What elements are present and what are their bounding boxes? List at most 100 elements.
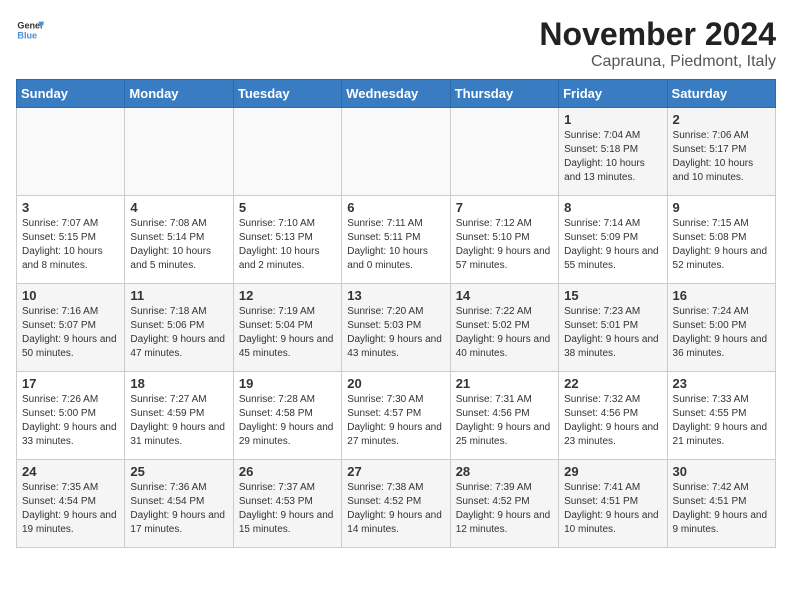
day-number: 15 <box>564 288 661 303</box>
day-number: 1 <box>564 112 661 127</box>
day-number: 26 <box>239 464 336 479</box>
day-info: Sunrise: 7:11 AM Sunset: 5:11 PM Dayligh… <box>347 217 444 273</box>
day-info: Sunrise: 7:20 AM Sunset: 5:03 PM Dayligh… <box>347 305 444 361</box>
weekday-header-friday: Friday <box>559 80 667 108</box>
calendar-week-row: 3 Sunrise: 7:07 AM Sunset: 5:15 PM Daylig… <box>17 196 776 284</box>
day-info: Sunrise: 7:12 AM Sunset: 5:10 PM Dayligh… <box>456 217 553 273</box>
day-info: Sunrise: 7:41 AM Sunset: 4:51 PM Dayligh… <box>564 481 661 537</box>
calendar-cell: 22Sunrise: 7:32 AM Sunset: 4:56 PM Dayli… <box>559 372 667 460</box>
calendar-cell <box>17 108 125 196</box>
day-info: Sunrise: 7:10 AM Sunset: 5:13 PM Dayligh… <box>239 217 336 273</box>
calendar-cell: 1 Sunrise: 7:04 AM Sunset: 5:18 PM Daylig… <box>559 108 667 196</box>
day-number: 13 <box>347 288 444 303</box>
calendar-cell: 20Sunrise: 7:30 AM Sunset: 4:57 PM Dayli… <box>342 372 450 460</box>
calendar-cell <box>125 108 233 196</box>
weekday-header-saturday: Saturday <box>667 80 775 108</box>
day-number: 28 <box>456 464 553 479</box>
day-number: 2 <box>673 112 770 127</box>
day-number: 5 <box>239 200 336 215</box>
day-number: 12 <box>239 288 336 303</box>
day-number: 3 <box>22 200 119 215</box>
day-info: Sunrise: 7:23 AM Sunset: 5:01 PM Dayligh… <box>564 305 661 361</box>
day-info: Sunrise: 7:32 AM Sunset: 4:56 PM Dayligh… <box>564 393 661 449</box>
calendar-cell: 2Sunrise: 7:06 AM Sunset: 5:17 PM Daylig… <box>667 108 775 196</box>
svg-text:Blue: Blue <box>17 30 37 40</box>
location-subtitle: Caprauna, Piedmont, Italy <box>539 53 776 71</box>
day-number: 20 <box>347 376 444 391</box>
weekday-header-row: SundayMondayTuesdayWednesdayThursdayFrid… <box>17 80 776 108</box>
day-number: 25 <box>130 464 227 479</box>
calendar-cell: 10 Sunrise: 7:16 AM Sunset: 5:07 PM Dayli… <box>17 284 125 372</box>
calendar-cell: 3 Sunrise: 7:07 AM Sunset: 5:15 PM Daylig… <box>17 196 125 284</box>
calendar-cell: 27 Sunrise: 7:38 AM Sunset: 4:52 PM Dayli… <box>342 460 450 548</box>
calendar-cell <box>233 108 341 196</box>
day-info: Sunrise: 7:16 AM Sunset: 5:07 PM Dayligh… <box>22 305 119 361</box>
calendar-cell: 21 Sunrise: 7:31 AM Sunset: 4:56 PM Dayli… <box>450 372 558 460</box>
day-info: Sunrise: 7:08 AM Sunset: 5:14 PM Dayligh… <box>130 217 227 273</box>
day-info: Sunrise: 7:24 AM Sunset: 5:00 PM Dayligh… <box>673 305 770 361</box>
calendar-week-row: 1 Sunrise: 7:04 AM Sunset: 5:18 PM Daylig… <box>17 108 776 196</box>
day-info: Sunrise: 7:39 AM Sunset: 4:52 PM Dayligh… <box>456 481 553 537</box>
day-number: 9 <box>673 200 770 215</box>
calendar-cell: 25 Sunrise: 7:36 AM Sunset: 4:54 PM Dayli… <box>125 460 233 548</box>
calendar-cell: 11 Sunrise: 7:18 AM Sunset: 5:06 PM Dayli… <box>125 284 233 372</box>
calendar-table: SundayMondayTuesdayWednesdayThursdayFrid… <box>16 79 776 548</box>
day-info: Sunrise: 7:33 AM Sunset: 4:55 PM Dayligh… <box>673 393 770 449</box>
calendar-cell: 5 Sunrise: 7:10 AM Sunset: 5:13 PM Daylig… <box>233 196 341 284</box>
day-info: Sunrise: 7:18 AM Sunset: 5:06 PM Dayligh… <box>130 305 227 361</box>
day-info: Sunrise: 7:38 AM Sunset: 4:52 PM Dayligh… <box>347 481 444 537</box>
calendar-cell: 26 Sunrise: 7:37 AM Sunset: 4:53 PM Dayli… <box>233 460 341 548</box>
calendar-cell: 17 Sunrise: 7:26 AM Sunset: 5:00 PM Dayli… <box>17 372 125 460</box>
calendar-cell <box>342 108 450 196</box>
day-number: 16 <box>673 288 770 303</box>
day-number: 21 <box>456 376 553 391</box>
calendar-cell: 12 Sunrise: 7:19 AM Sunset: 5:04 PM Dayli… <box>233 284 341 372</box>
day-info: Sunrise: 7:07 AM Sunset: 5:15 PM Dayligh… <box>22 217 119 273</box>
day-number: 29 <box>564 464 661 479</box>
day-info: Sunrise: 7:19 AM Sunset: 5:04 PM Dayligh… <box>239 305 336 361</box>
calendar-cell <box>450 108 558 196</box>
weekday-header-sunday: Sunday <box>17 80 125 108</box>
calendar-cell: 18 Sunrise: 7:27 AM Sunset: 4:59 PM Dayli… <box>125 372 233 460</box>
calendar-cell: 30Sunrise: 7:42 AM Sunset: 4:51 PM Dayli… <box>667 460 775 548</box>
day-info: Sunrise: 7:37 AM Sunset: 4:53 PM Dayligh… <box>239 481 336 537</box>
logo: General Blue <box>16 16 44 44</box>
calendar-week-row: 10 Sunrise: 7:16 AM Sunset: 5:07 PM Dayli… <box>17 284 776 372</box>
weekday-header-wednesday: Wednesday <box>342 80 450 108</box>
calendar-cell: 19Sunrise: 7:28 AM Sunset: 4:58 PM Dayli… <box>233 372 341 460</box>
calendar-cell: 15 Sunrise: 7:23 AM Sunset: 5:01 PM Dayli… <box>559 284 667 372</box>
weekday-header-thursday: Thursday <box>450 80 558 108</box>
calendar-cell: 4Sunrise: 7:08 AM Sunset: 5:14 PM Daylig… <box>125 196 233 284</box>
calendar-cell: 24 Sunrise: 7:35 AM Sunset: 4:54 PM Dayli… <box>17 460 125 548</box>
calendar-cell: 8Sunrise: 7:14 AM Sunset: 5:09 PM Daylig… <box>559 196 667 284</box>
calendar-cell: 16 Sunrise: 7:24 AM Sunset: 5:00 PM Dayli… <box>667 284 775 372</box>
day-info: Sunrise: 7:31 AM Sunset: 4:56 PM Dayligh… <box>456 393 553 449</box>
calendar-week-row: 17 Sunrise: 7:26 AM Sunset: 5:00 PM Dayli… <box>17 372 776 460</box>
calendar-week-row: 24 Sunrise: 7:35 AM Sunset: 4:54 PM Dayli… <box>17 460 776 548</box>
calendar-cell: 14Sunrise: 7:22 AM Sunset: 5:02 PM Dayli… <box>450 284 558 372</box>
weekday-header-tuesday: Tuesday <box>233 80 341 108</box>
day-info: Sunrise: 7:26 AM Sunset: 5:00 PM Dayligh… <box>22 393 119 449</box>
day-number: 6 <box>347 200 444 215</box>
day-info: Sunrise: 7:04 AM Sunset: 5:18 PM Dayligh… <box>564 129 661 185</box>
day-number: 10 <box>22 288 119 303</box>
calendar-cell: 13 Sunrise: 7:20 AM Sunset: 5:03 PM Dayli… <box>342 284 450 372</box>
calendar-cell: 29 Sunrise: 7:41 AM Sunset: 4:51 PM Dayli… <box>559 460 667 548</box>
month-title: November 2024 <box>539 16 776 53</box>
calendar-cell: 9 Sunrise: 7:15 AM Sunset: 5:08 PM Daylig… <box>667 196 775 284</box>
day-info: Sunrise: 7:42 AM Sunset: 4:51 PM Dayligh… <box>673 481 770 537</box>
day-info: Sunrise: 7:27 AM Sunset: 4:59 PM Dayligh… <box>130 393 227 449</box>
day-info: Sunrise: 7:36 AM Sunset: 4:54 PM Dayligh… <box>130 481 227 537</box>
day-number: 27 <box>347 464 444 479</box>
day-info: Sunrise: 7:35 AM Sunset: 4:54 PM Dayligh… <box>22 481 119 537</box>
day-number: 17 <box>22 376 119 391</box>
header: General Blue November 2024 Caprauna, Pie… <box>16 16 776 71</box>
day-info: Sunrise: 7:14 AM Sunset: 5:09 PM Dayligh… <box>564 217 661 273</box>
day-number: 24 <box>22 464 119 479</box>
calendar-cell: 28 Sunrise: 7:39 AM Sunset: 4:52 PM Dayli… <box>450 460 558 548</box>
day-number: 18 <box>130 376 227 391</box>
day-number: 11 <box>130 288 227 303</box>
weekday-header-monday: Monday <box>125 80 233 108</box>
day-info: Sunrise: 7:28 AM Sunset: 4:58 PM Dayligh… <box>239 393 336 449</box>
day-info: Sunrise: 7:15 AM Sunset: 5:08 PM Dayligh… <box>673 217 770 273</box>
